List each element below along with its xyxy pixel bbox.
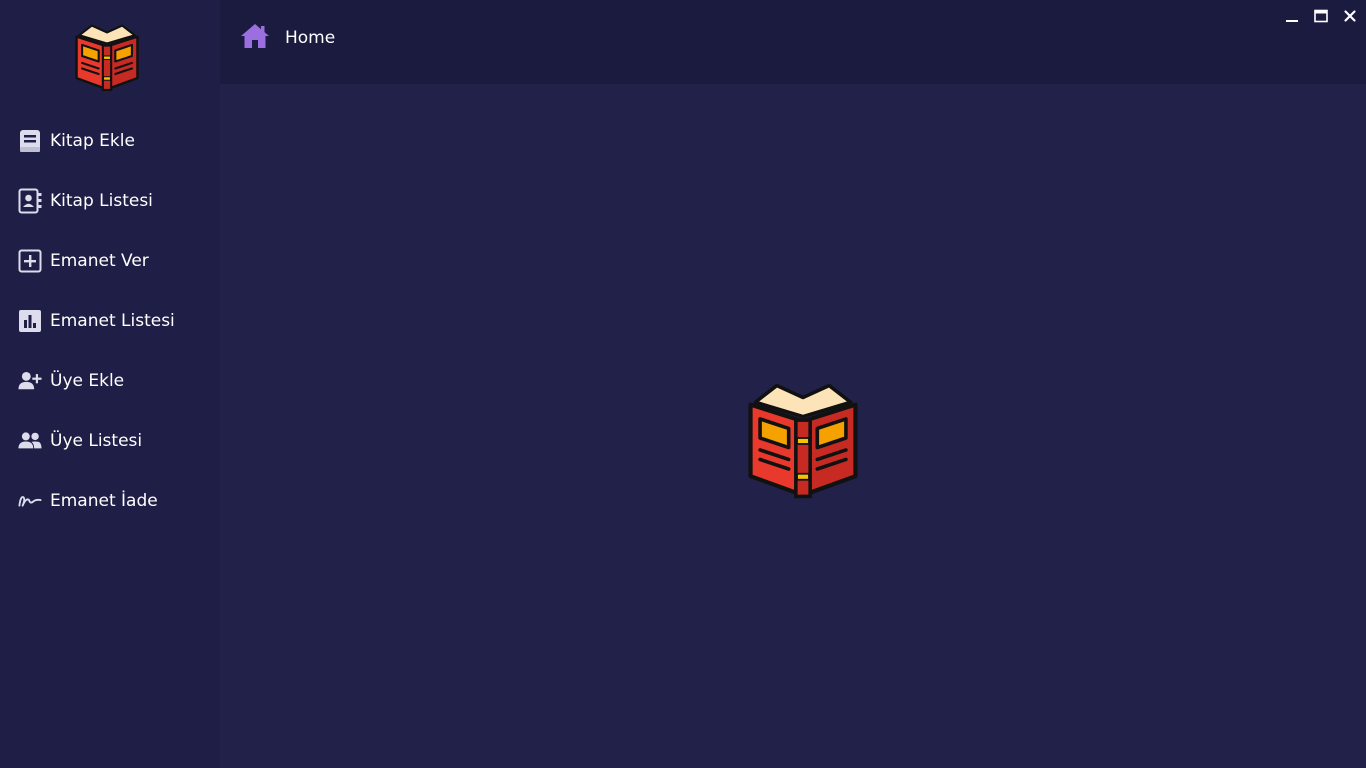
users-icon <box>18 429 42 453</box>
sidebar-item-uye-ekle[interactable]: Üye Ekle <box>0 361 220 401</box>
sidebar-item-label: Emanet İade <box>50 491 158 511</box>
bar-chart-icon <box>18 309 42 333</box>
user-plus-icon <box>18 369 42 393</box>
sidebar-item-emanet-listesi[interactable]: Emanet Listesi <box>0 301 220 341</box>
minimize-icon <box>1286 20 1298 22</box>
book-illustration <box>740 376 866 500</box>
sidebar-item-kitap-ekle[interactable]: Kitap Ekle <box>0 121 220 161</box>
top-bar: Home <box>220 0 1366 84</box>
close-button[interactable] <box>1339 6 1361 26</box>
sidebar-item-emanet-ver[interactable]: Emanet Ver <box>0 241 220 281</box>
signature-icon <box>18 489 42 513</box>
sidebar-item-label: Emanet Ver <box>50 251 149 271</box>
plus-square-icon <box>18 249 42 273</box>
sidebar-item-label: Üye Ekle <box>50 371 125 391</box>
sidebar-item-label: Üye Listesi <box>50 431 143 451</box>
book-icon <box>18 129 42 153</box>
sidebar-item-uye-listesi[interactable]: Üye Listesi <box>0 421 220 461</box>
sidebar-item-label: Emanet Listesi <box>50 311 175 331</box>
page-title: Home <box>285 28 336 48</box>
minimize-button[interactable] <box>1281 6 1303 26</box>
home-icon <box>241 24 269 48</box>
sidebar-item-kitap-listesi[interactable]: Kitap Listesi <box>0 181 220 221</box>
contact-book-icon <box>18 188 42 214</box>
sidebar-item-label: Kitap Listesi <box>50 191 153 211</box>
sidebar-item-label: Kitap Ekle <box>50 131 135 151</box>
book-logo-icon <box>75 24 139 92</box>
close-icon <box>1344 10 1356 22</box>
maximize-icon <box>1314 9 1328 23</box>
sidebar: Kitap Ekle Kitap Listesi Emanet Ver Eman… <box>0 0 220 768</box>
sidebar-item-emanet-iade[interactable]: Emanet İade <box>0 481 220 521</box>
maximize-button[interactable] <box>1310 6 1332 26</box>
